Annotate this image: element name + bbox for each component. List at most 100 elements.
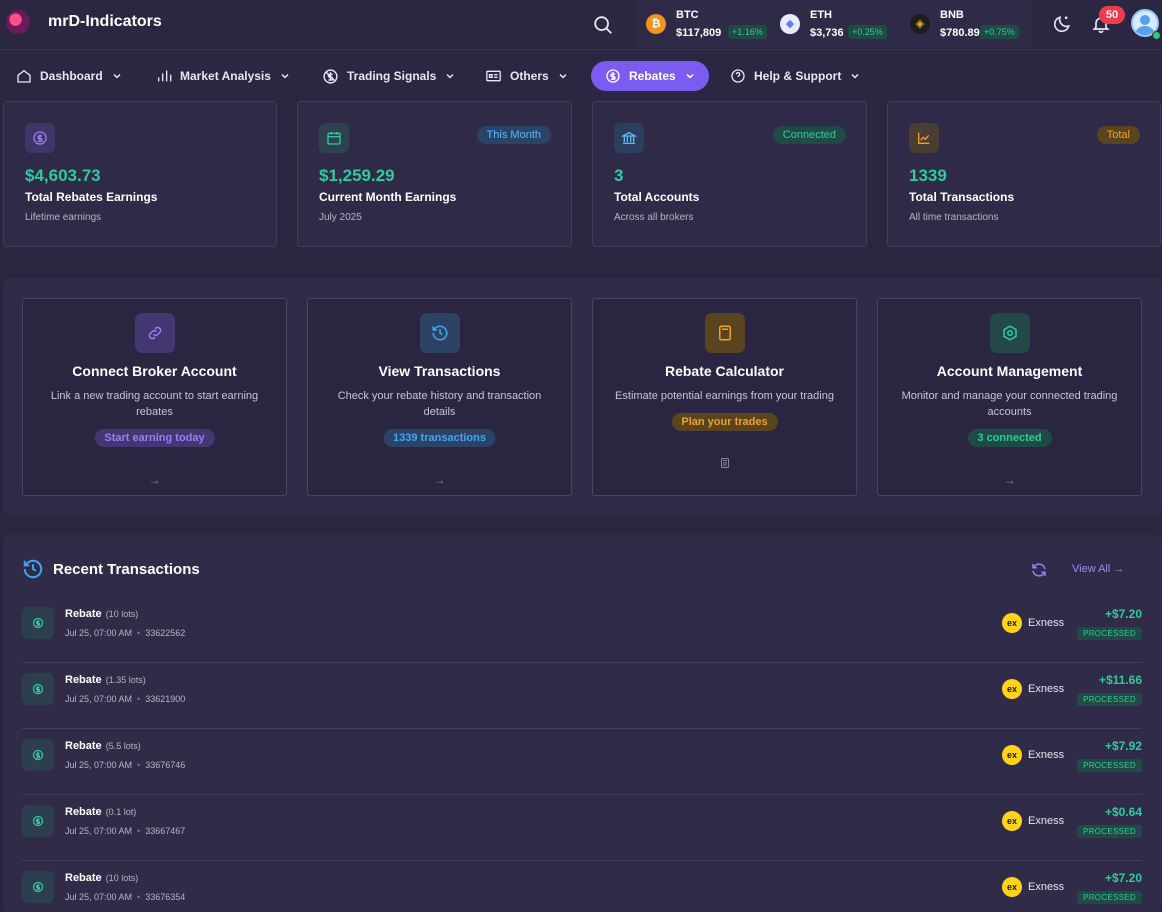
table-row[interactable]: Rebate (0.1 lot) Jul 25, 07:00 AM • 3366746… (22, 795, 1142, 861)
ticker-symbol: BTC (676, 9, 699, 21)
tx-amount: +$7.20 (1104, 871, 1142, 885)
stat-subtext: Lifetime earnings (25, 212, 102, 223)
exness-logo-icon: ex (1002, 877, 1022, 897)
dollar-circle-icon (22, 871, 54, 903)
action-connect-broker[interactable]: Connect Broker Account Link a new tradin… (22, 298, 287, 496)
stat-icon (25, 123, 55, 153)
ticker-eth[interactable]: ◆ ETH $3,736 +0.25% (780, 8, 890, 42)
stat-subtext: All time transactions (909, 212, 999, 223)
tx-amount: +$7.92 (1104, 739, 1142, 753)
action-view-transactions[interactable]: View Transactions Check your rebate hist… (307, 298, 572, 496)
tx-lots: (5.5 lots) (105, 741, 141, 751)
stat-card-current-month: This Month $1,259.29 Current Month Earni… (297, 101, 572, 247)
search-icon[interactable] (592, 14, 614, 36)
tx-amount: +$11.66 (1098, 673, 1142, 687)
arrow-right-icon: → (433, 473, 446, 487)
action-pill: 3 connected (967, 429, 1052, 447)
tx-broker: Exness (1028, 815, 1065, 827)
line-chart-icon (918, 132, 930, 144)
top-bar: mrD-Indicators ₿ BTC $117,809 +1.16% ◆ E… (0, 0, 1162, 50)
theme-toggle-icon[interactable] (1052, 14, 1072, 34)
action-rebate-calculator[interactable]: Rebate Calculator Estimate potential ear… (592, 298, 857, 496)
action-title: Rebate Calculator (664, 363, 785, 379)
id-card-icon (486, 70, 501, 82)
tx-type: Rebate (65, 608, 102, 620)
action-pill: Plan your trades (671, 413, 778, 431)
status-badge: PROCESSED (1077, 627, 1142, 640)
chevron-down-icon (446, 73, 454, 79)
tx-lots: (1.35 lots) (105, 675, 146, 685)
arrow-right-icon: → (148, 473, 161, 487)
tx-broker: Exness (1028, 683, 1065, 695)
table-row[interactable]: Rebate (10 lots) Jul 25, 07:00 AM • 3367635… (22, 861, 1142, 912)
brand-logo-icon[interactable] (6, 10, 30, 34)
dollar-circle-icon (22, 607, 54, 639)
signal-icon (323, 68, 338, 84)
action-title: Connect Broker Account (72, 363, 237, 379)
calendar-icon (327, 132, 341, 145)
ethereum-icon: ◆ (780, 14, 800, 34)
ticker-change: +1.16% (728, 25, 767, 39)
ticker-price: $117,809 (676, 27, 722, 39)
status-badge: Connected (772, 126, 846, 144)
stat-card-total-transactions: Total 1339 Total Transactions All time t… (887, 101, 1161, 247)
nav-rebates[interactable]: Rebates (591, 61, 709, 91)
history-icon (432, 325, 448, 341)
status-badge: This Month (476, 126, 551, 144)
main-nav: Dashboard Market Analysis Trading Signal… (0, 51, 1162, 99)
table-row[interactable]: Rebate (5.5 lots) Jul 25, 07:00 AM • 336767… (22, 729, 1142, 795)
stat-icon (909, 123, 939, 153)
tx-id: 33676354 (145, 892, 186, 902)
view-all-link[interactable]: View All → (1072, 563, 1124, 575)
price-ticker: ₿ BTC $117,809 +1.16% ◆ ETH $3,736 +0.25… (636, 0, 1032, 48)
stat-label: Total Transactions (909, 190, 1015, 204)
ticker-bnb[interactable]: ◈ BNB $780.89 +0.75% (910, 8, 1025, 42)
tx-date: Jul 25, 07:00 AM (65, 826, 133, 836)
notification-badge[interactable]: 50 (1099, 6, 1125, 24)
nav-help-support[interactable]: Help & Support (730, 61, 861, 91)
tx-type: Rebate (65, 806, 102, 818)
action-description: Check your rebate history and transactio… (337, 390, 542, 418)
table-row[interactable]: Rebate (10 lots) Jul 25, 07:00 AM • 3362256… (22, 597, 1142, 663)
stat-label: Total Rebates Earnings (25, 190, 158, 204)
tx-amount: +$7.20 (1104, 607, 1142, 621)
stat-card-total-accounts: Connected 3 Total Accounts Across all br… (592, 101, 867, 247)
nav-market-analysis[interactable]: Market Analysis (156, 61, 291, 91)
status-badge: PROCESSED (1077, 759, 1142, 772)
refresh-icon[interactable] (1030, 561, 1048, 579)
dollar-circle-icon (33, 131, 47, 145)
stat-icon (319, 123, 349, 153)
bar-chart-icon (158, 70, 172, 82)
nav-others[interactable]: Others (485, 61, 569, 91)
action-title: View Transactions (378, 363, 501, 379)
nav-dashboard[interactable]: Dashboard (16, 61, 123, 91)
tx-id: 33667467 (145, 826, 186, 836)
home-icon (17, 69, 31, 83)
tx-type: Rebate (65, 872, 102, 884)
tx-date: Jul 25, 07:00 AM (65, 694, 133, 704)
status-badge: PROCESSED (1077, 891, 1142, 904)
bnb-icon: ◈ (910, 14, 930, 34)
tx-broker: Exness (1028, 881, 1065, 893)
ticker-change: +0.25% (848, 25, 887, 39)
action-title: Account Management (936, 363, 1083, 379)
action-description: Estimate potential earnings from your tr… (615, 390, 834, 402)
chevron-down-icon (686, 73, 694, 79)
dollar-circle-icon (22, 805, 54, 837)
action-pill: Start earning today (94, 429, 215, 447)
tx-id: 33621900 (145, 694, 186, 704)
action-icon (990, 313, 1030, 353)
brand-name[interactable]: mrD-Indicators (48, 13, 162, 31)
nav-trading-signals[interactable]: Trading Signals (322, 61, 456, 91)
settings-hex-icon (1003, 325, 1017, 341)
calculator-icon (719, 325, 731, 341)
ticker-btc[interactable]: ₿ BTC $117,809 +1.16% (646, 8, 767, 42)
history-icon (23, 559, 43, 579)
table-row[interactable]: Rebate (1.35 lots) Jul 25, 07:00 AM • 33621… (22, 663, 1142, 729)
exness-logo-icon: ex (1002, 679, 1022, 699)
action-icon (420, 313, 460, 353)
action-account-management[interactable]: Account Management Monitor and manage yo… (877, 298, 1142, 496)
nav-label: Others (510, 69, 549, 83)
tx-broker: Exness (1028, 749, 1065, 761)
status-badge: PROCESSED (1077, 825, 1142, 838)
